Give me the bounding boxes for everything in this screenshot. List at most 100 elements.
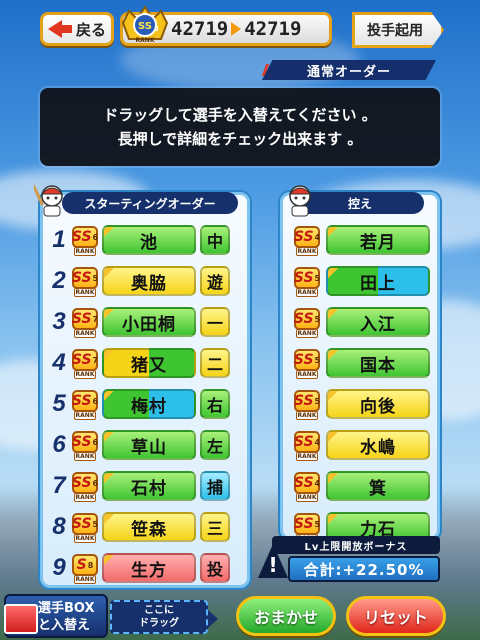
starting-row[interactable]: 3 SS 7 RANK 小田桐 一 [50,306,230,338]
starting-row[interactable]: 4 SS 7 RANK 猪又 二 [50,347,230,379]
player-rank-caption: RANK [296,370,318,379]
team-score: SS 3 RANK 42719 42719 [120,5,332,46]
player-rank-badge-icon: SS5 RANK [292,306,322,338]
bench-row[interactable]: SS 5 RANK 田上 [290,265,430,297]
batting-order-number: 1 [52,226,66,253]
player-name-cell[interactable]: 石村 [102,471,196,501]
position-cell[interactable]: 中 [200,225,230,255]
player-rank-caption: RANK [296,411,318,420]
position-cell[interactable]: 遊 [200,266,230,296]
position-cell[interactable]: 三 [200,512,230,542]
player-rank: SS [71,270,92,286]
player-name: 小田桐 [122,314,176,335]
auto-order-button[interactable]: おまかせ [236,596,336,636]
player-name-cell[interactable]: 田上 [326,266,430,296]
bench-title: 控え [347,196,372,211]
player-name: 向後 [360,396,396,417]
player-position: 中 [206,232,223,251]
batting-order-number: 4 [52,349,66,376]
arrow-right-icon [231,22,242,36]
player-name-cell[interactable]: 水嶋 [326,430,430,460]
player-name: 笹森 [131,519,167,540]
batting-order-number: 7 [52,472,66,499]
player-name-cell[interactable]: 猪又 [102,348,196,378]
order-tab[interactable]: 通常オーダー [262,60,436,80]
player-name-cell[interactable]: 国本 [326,348,430,378]
player-name-cell[interactable]: 草山 [102,430,196,460]
player-rank-badge-icon: SS 7 RANK [70,347,100,379]
player-rank-caption: RANK [296,452,318,461]
position-cell[interactable]: 投 [200,553,230,583]
starting-row[interactable]: 2 SS 5 RANK 奥脇 遊 [50,265,230,297]
back-label: 戻る [75,20,106,39]
bench-row[interactable]: SS 5 RANK 向後 [290,388,430,420]
player-box-button[interactable]: 選手BOX と入替え [4,594,108,638]
player-rank-caption: RANK [74,575,96,584]
player-rank-badge-icon: SS5 RANK [292,265,322,297]
starting-row[interactable]: 8 SS 5 RANK 笹森 三 [50,511,230,543]
player-name-cell[interactable]: 梅村 [102,389,196,419]
player-name: 梅村 [131,396,167,417]
score-before: 42719 [171,18,229,40]
player-rank: SS [293,270,314,286]
bench-row[interactable]: SS 4 RANK 水嶋 [290,429,430,461]
player-level: 4 [314,437,321,447]
player-name-cell[interactable]: 池 [102,225,196,255]
player-position: 捕 [206,478,223,497]
starting-row[interactable]: 7 SS 6 RANK 石村 捕 [50,470,230,502]
player-level: 7 [92,314,99,324]
player-name: 石村 [131,478,167,499]
pitcher-assign-button[interactable]: 投手起用 [352,12,444,48]
player-name: 草山 [131,437,167,458]
player-rank-caption: RANK [74,411,96,420]
player-name-cell[interactable]: 入江 [326,307,430,337]
player-level: 5 [314,355,321,365]
player-rank-caption: RANK [296,247,318,256]
player-level: 5 [314,273,321,283]
player-name-cell[interactable]: 奥脇 [102,266,196,296]
player-name-cell[interactable]: 小田桐 [102,307,196,337]
player-name: 水嶋 [360,437,396,458]
score-after: 42719 [244,18,302,40]
player-rank-badge-icon: SS5 RANK [292,388,322,420]
player-name: 田上 [360,273,396,294]
bench-row[interactable]: SS 5 RANK 入江 [290,306,430,338]
player-rank: SS [71,434,92,450]
position-cell[interactable]: 捕 [200,471,230,501]
player-rank-badge-icon: SS 6 RANK [70,470,100,502]
starting-row[interactable]: 5 SS 6 RANK 梅村 右 [50,388,230,420]
level-cap-bonus: ! Lv上限開放ボーナス 合計:+22.50% [258,536,440,588]
player-level: 7 [92,355,99,365]
player-name-cell[interactable]: 笹森 [102,512,196,542]
player-rank-caption: RANK [74,370,96,379]
starting-row[interactable]: 9 S 8 RANK 生方 投 [50,552,230,584]
player-rank-badge-icon: SS 4 RANK [292,470,322,502]
player-rank: SS [293,434,314,450]
player-level: 6 [92,437,99,447]
player-name: 奥脇 [131,273,167,294]
reset-button[interactable]: リセット [346,596,446,636]
player-name: 国本 [360,355,396,376]
player-name-cell[interactable]: 箕 [326,471,430,501]
player-rank-caption: RANK [74,329,96,338]
position-cell[interactable]: 一 [200,307,230,337]
player-name-cell[interactable]: 向後 [326,389,430,419]
bench-row[interactable]: SS 4 RANK 若月 [290,224,430,256]
drop-zone[interactable]: ここに ドラッグ [110,600,218,634]
position-cell[interactable]: 左 [200,430,230,460]
player-name-cell[interactable]: 生方 [102,553,196,583]
batting-order-number: 2 [52,267,66,294]
starting-row[interactable]: 6 SS 6 RANK 草山左 [50,429,230,461]
bench-row[interactable]: SS 5 RANK 国本 [290,347,430,379]
back-button[interactable]: 戻る [40,12,114,46]
player-rank-caption: RANK [74,247,96,256]
batter-mascot-icon [31,182,66,218]
player-level: 6 [92,232,99,242]
starting-row[interactable]: 1 SS 6 RANK 池 中 [50,224,230,256]
position-cell[interactable]: 右 [200,389,230,419]
player-box-icon [4,604,38,634]
drop-zone-line-1: ここに [144,605,174,616]
bench-row[interactable]: SS 4 RANK 箕 [290,470,430,502]
player-name-cell[interactable]: 若月 [326,225,430,255]
position-cell[interactable]: 二 [200,348,230,378]
